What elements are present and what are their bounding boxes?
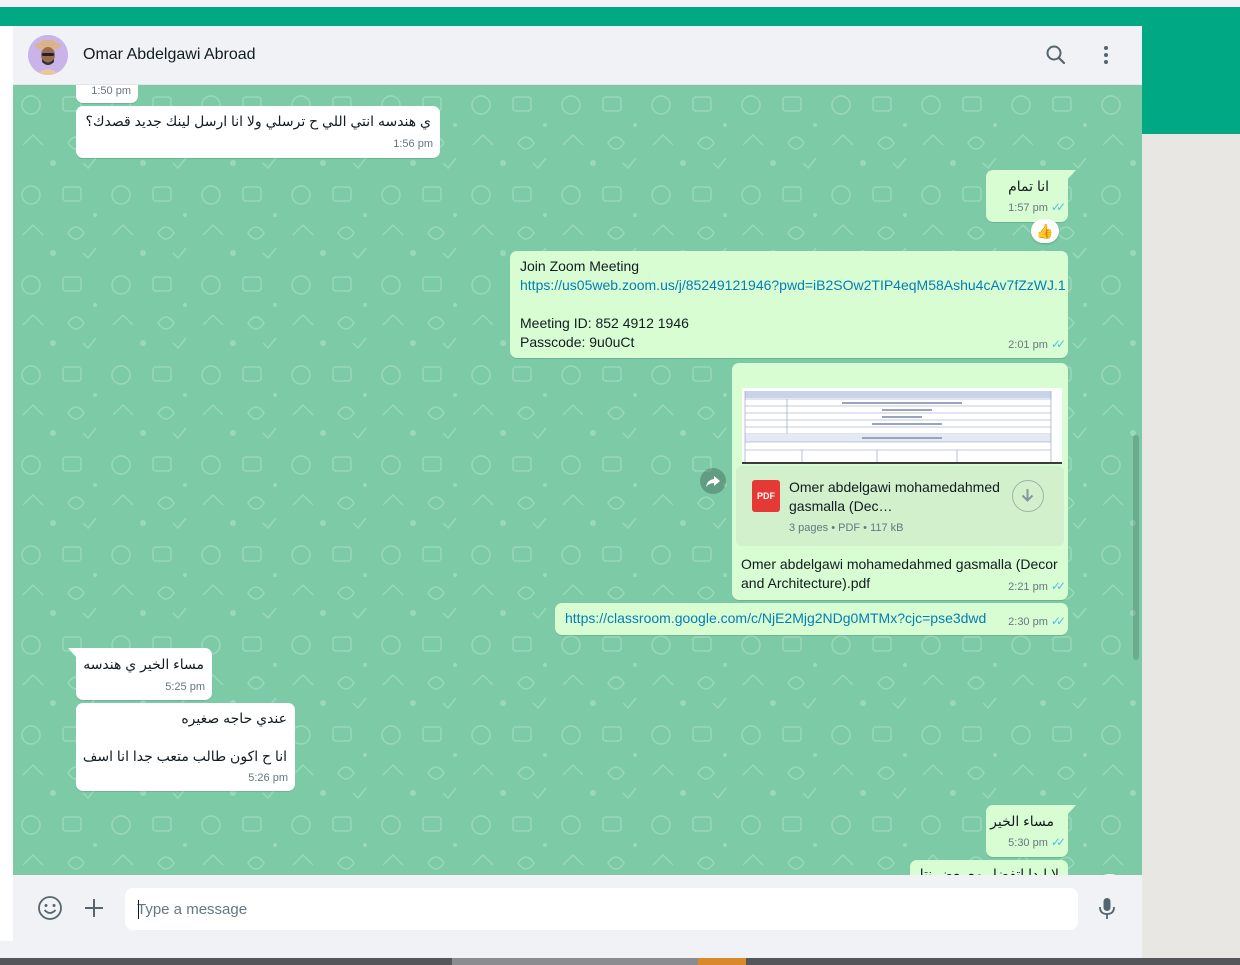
message-status: 2:21 pm ✓✓	[1008, 577, 1066, 597]
message-text: مساء الخير	[990, 813, 1054, 829]
message-status: 2:30 pm ✓✓	[1008, 612, 1066, 632]
message-text: Passcode: 9u0uCt	[520, 334, 635, 350]
message-text: Meeting ID: 852 4912 1946	[520, 315, 689, 331]
bubble-tail	[1067, 805, 1076, 815]
emoji-icon[interactable]	[36, 894, 64, 922]
right-accent-band	[1142, 26, 1240, 134]
message-status: 5:30 pm ✓✓	[1008, 833, 1066, 853]
outgoing-message[interactable]: Join Zoom Meeting https://us05web.zoom.u…	[510, 251, 1068, 358]
message-time: 2:01 pm	[1008, 339, 1048, 351]
message-input[interactable]	[125, 888, 1078, 930]
read-ticks-icon: ✓✓	[1050, 835, 1066, 849]
composer-bar	[13, 875, 1142, 941]
outgoing-message[interactable]: انا تمام 1:57 pm ✓✓	[986, 170, 1076, 222]
bubble-tail	[68, 648, 77, 658]
message-text: مساء الخير ي هندسه	[83, 656, 204, 672]
message-text: انا ح اكون طالب متعب جدا انا اسف	[82, 748, 287, 764]
attach-icon[interactable]	[80, 894, 108, 922]
document-card[interactable]: PDF Omer abdelgawi mohamedahmed gasmalla…	[736, 466, 1064, 546]
chat-header: Omar Abdelgawi Abroad	[13, 26, 1142, 85]
incoming-message[interactable]: ي هندسه انتي اللي ح ترسلي ولا انا ارسل ل…	[76, 106, 440, 158]
outgoing-document-message[interactable]: PDF Omer abdelgawi mohamedahmed gasmalla…	[732, 363, 1068, 600]
pdf-file-icon: PDF	[752, 480, 780, 512]
message-text: عندي حاجه صغيره	[181, 710, 287, 726]
message-status: 1:57 pm ✓✓	[1008, 198, 1066, 218]
chat-window: Omar Abdelgawi Abroad 1:50 pm ي هندسه ان…	[13, 26, 1142, 941]
outgoing-message[interactable]: https://classroom.google.com/c/NjE2Mjg2N…	[555, 603, 1068, 635]
message-text: Join Zoom Meeting	[520, 258, 640, 274]
chat-list-edge	[0, 26, 13, 941]
scrollbar[interactable]	[1133, 435, 1139, 660]
outgoing-message[interactable]: لا ابدا اتفضل مع بعض نتا	[910, 860, 1068, 875]
text-cursor	[138, 900, 139, 919]
reaction-badge[interactable]: 👍	[1031, 219, 1059, 243]
read-ticks-icon: ✓✓	[1050, 579, 1066, 593]
app-background	[1142, 134, 1240, 960]
mic-icon[interactable]	[1093, 894, 1121, 922]
zoom-link[interactable]: https://us05web.zoom.us/j/85249121946?pw…	[520, 276, 1066, 295]
download-icon[interactable]	[1012, 480, 1044, 512]
incoming-message[interactable]: مساء الخير ي هندسه 5:25 pm	[68, 648, 212, 700]
message-list[interactable]: 1:50 pm ي هندسه انتي اللي ح ترسلي ولا ان…	[13, 85, 1142, 875]
read-ticks-icon: ✓✓	[1050, 337, 1066, 351]
message-time: 1:56 pm	[393, 138, 433, 150]
forward-icon[interactable]	[700, 468, 726, 494]
outgoing-message[interactable]: مساء الخير 5:30 pm ✓✓	[986, 805, 1076, 857]
search-icon[interactable]	[1043, 42, 1069, 68]
taskbar-segment	[698, 958, 746, 965]
menu-icon[interactable]	[1093, 42, 1119, 68]
read-ticks-icon: ✓✓	[1050, 614, 1066, 628]
document-meta: 3 pages • PDF • 117 kB	[789, 522, 904, 534]
top-accent-band	[0, 7, 1240, 26]
message-text: انا تمام	[1008, 178, 1049, 194]
incoming-message[interactable]: عندي حاجه صغيره انا ح اكون طالب متعب جدا…	[76, 703, 295, 791]
message-time: 5:30 pm	[1008, 837, 1048, 849]
message-time: 1:57 pm	[1008, 202, 1048, 214]
document-preview[interactable]	[742, 388, 1062, 464]
message-time: 2:30 pm	[1008, 616, 1048, 628]
message-time: 5:25 pm	[165, 681, 205, 693]
taskbar-strip	[0, 958, 1240, 965]
contact-name[interactable]: Omar Abdelgawi Abroad	[83, 46, 256, 64]
message-text: لا ابدا اتفضل مع بعض نتا	[919, 866, 1059, 875]
message-time: 2:21 pm	[1008, 581, 1048, 593]
message-status: 2:01 pm ✓✓	[1008, 335, 1066, 355]
message-text: ي هندسه انتي اللي ح ترسلي ولا انا ارسل ل…	[85, 113, 431, 129]
message-time: 1:50 pm	[91, 85, 131, 97]
avatar[interactable]	[28, 35, 68, 75]
read-ticks-icon: ✓✓	[1050, 200, 1066, 214]
bubble-tail	[1067, 170, 1076, 180]
message-time: 5:26 pm	[248, 772, 288, 784]
document-title: Omer abdelgawi mohamedahmed gasmalla (De…	[789, 479, 1000, 514]
incoming-message[interactable]: 1:50 pm	[76, 85, 138, 103]
classroom-link[interactable]: https://classroom.google.com/c/NjE2Mjg2N…	[565, 609, 986, 628]
taskbar-segment	[452, 958, 698, 965]
